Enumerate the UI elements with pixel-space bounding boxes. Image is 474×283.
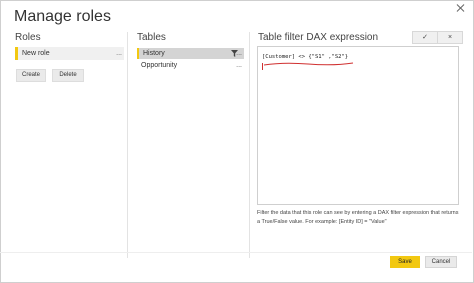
create-button[interactable]: Create xyxy=(16,69,46,82)
dialog-title: Manage roles xyxy=(14,8,111,25)
dax-heading: Table filter DAX expression xyxy=(258,32,379,43)
table-item-history[interactable]: History ... xyxy=(137,48,244,59)
cancel-button[interactable]: Cancel xyxy=(425,256,457,268)
text-cursor xyxy=(262,63,263,70)
save-button[interactable]: Save xyxy=(390,256,420,268)
role-item-new-role[interactable]: New role ... xyxy=(15,47,124,60)
footer-divider xyxy=(0,252,472,253)
dax-expression-text: [Customer] <> {"S1" ,"S2"} xyxy=(262,54,349,60)
cancel-edit-button[interactable]: × xyxy=(437,31,463,44)
annotation-underline xyxy=(263,62,354,66)
dax-expression-editor[interactable]: [Customer] <> {"S1" ,"S2"} xyxy=(257,46,459,205)
more-options-icon[interactable]: ... xyxy=(236,60,242,71)
close-icon[interactable] xyxy=(456,3,466,13)
table-item-label: Opportunity xyxy=(141,62,178,69)
more-options-icon[interactable]: ... xyxy=(116,47,122,60)
dax-help-text: Filter the data that this role can see b… xyxy=(257,210,459,225)
column-divider xyxy=(249,32,250,258)
delete-button[interactable]: Delete xyxy=(52,69,84,82)
column-divider xyxy=(127,32,128,258)
roles-heading: Roles xyxy=(15,32,41,43)
role-item-label: New role xyxy=(22,50,50,57)
more-options-icon[interactable]: ... xyxy=(236,48,242,59)
check-button[interactable]: ✓ xyxy=(412,31,438,44)
table-item-opportunity[interactable]: Opportunity ... xyxy=(137,60,244,71)
tables-heading: Tables xyxy=(137,32,166,43)
table-item-label: History xyxy=(143,50,165,57)
